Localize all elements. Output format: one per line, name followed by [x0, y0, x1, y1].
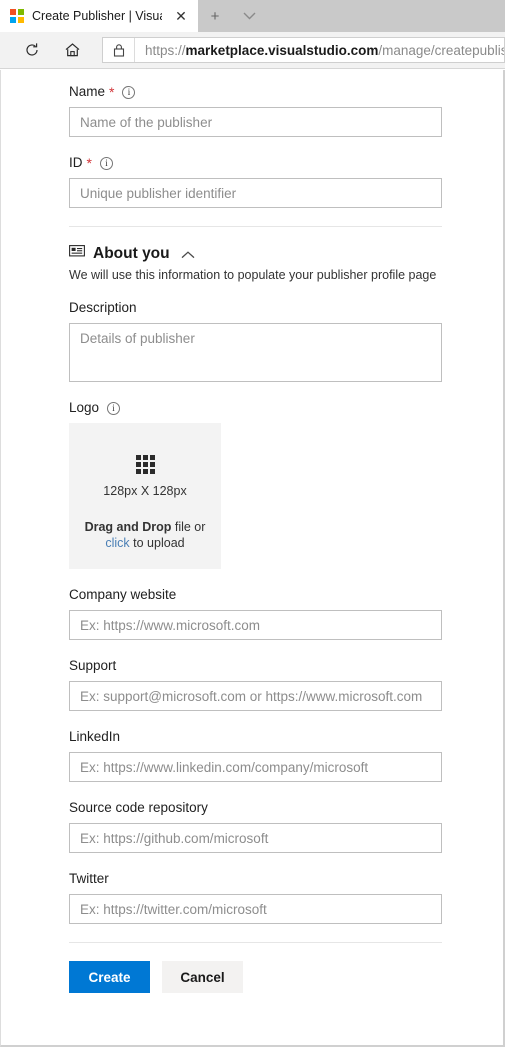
drag-and-drop-text: Drag and Drop — [84, 520, 172, 534]
twitter-input[interactable]: Ex: https://twitter.com/microsoft — [69, 894, 442, 924]
label-support: Support — [69, 658, 439, 674]
label-source-code-repository: Source code repository — [69, 800, 439, 816]
label-company-website-text: Company website — [69, 587, 177, 602]
source-code-repository-input[interactable]: Ex: https://github.com/microsoft — [69, 823, 442, 853]
section-divider — [69, 226, 442, 227]
lock-icon — [103, 38, 135, 62]
name-input[interactable]: Name of the publisher — [69, 107, 442, 137]
actions-divider — [69, 942, 442, 943]
linkedin-input[interactable]: Ex: https://www.linkedin.com/company/mic… — [69, 752, 442, 782]
label-description: Description — [69, 300, 439, 316]
click-to-upload-link[interactable]: click — [105, 536, 129, 550]
label-twitter: Twitter — [69, 871, 439, 887]
about-you-header[interactable]: About you — [69, 245, 439, 263]
browser-tab-create-publisher[interactable]: Create Publisher | Visua ✕ — [0, 0, 198, 32]
label-company-website: Company website — [69, 587, 439, 603]
field-twitter: Twitter Ex: https://twitter.com/microsof… — [69, 871, 442, 924]
url-scheme: https:// — [145, 42, 186, 58]
tab-strip: Create Publisher | Visua ✕ + — [0, 0, 505, 32]
create-button[interactable]: Create — [69, 961, 150, 993]
tab-title: Create Publisher | Visua — [32, 9, 162, 23]
info-icon[interactable]: i — [99, 156, 113, 170]
reload-icon[interactable] — [16, 35, 48, 65]
field-name: Name * i Name of the publisher — [69, 84, 442, 137]
field-source-code-repository: Source code repository Ex: https://githu… — [69, 800, 442, 853]
label-support-text: Support — [69, 658, 117, 673]
chevron-down-icon[interactable] — [232, 0, 266, 32]
logo-dropzone[interactable]: 128px X 128px Drag and Drop file or clic… — [69, 423, 221, 569]
close-icon[interactable]: ✕ — [170, 5, 192, 27]
label-name-text: Name — [69, 84, 106, 99]
url-host: marketplace.visualstudio.com — [185, 42, 379, 58]
contact-card-icon — [69, 245, 85, 263]
required-marker: * — [109, 84, 115, 100]
page-content: Name * i Name of the publisher ID * i Un… — [0, 70, 505, 1047]
logo-dimensions: 128px X 128px — [103, 484, 187, 498]
support-input[interactable]: Ex: support@microsoft.com or https://www… — [69, 681, 442, 711]
field-description: Description Details of publisher — [69, 300, 442, 382]
label-linkedin-text: LinkedIn — [69, 729, 121, 744]
dropzone-instruction: Drag and Drop file or — [85, 520, 206, 534]
info-icon[interactable]: i — [107, 401, 121, 415]
address-bar[interactable]: https://marketplace.visualstudio.com/man… — [102, 37, 505, 63]
section-subtitle: We will use this information to populate… — [69, 268, 437, 282]
section-title: About you — [93, 245, 170, 262]
field-support: Support Ex: support@microsoft.com or htt… — [69, 658, 442, 711]
label-id-text: ID — [69, 155, 83, 170]
field-linkedin: LinkedIn Ex: https://www.linkedin.com/co… — [69, 729, 442, 782]
label-name: Name * i — [69, 84, 439, 100]
field-id: ID * i Unique publisher identifier — [69, 155, 442, 208]
form-actions: Create Cancel — [69, 961, 439, 993]
dropzone-upload-line: click to upload — [105, 536, 184, 550]
microsoft-logo-icon — [10, 9, 24, 23]
new-tab-icon[interactable]: + — [198, 0, 232, 32]
home-icon[interactable] — [56, 35, 88, 65]
drag-rest-text: file or — [171, 520, 206, 534]
id-input[interactable]: Unique publisher identifier — [69, 178, 442, 208]
cancel-button[interactable]: Cancel — [162, 961, 243, 993]
url-text[interactable]: https://marketplace.visualstudio.com/man… — [135, 43, 504, 58]
label-logo: Logo i — [69, 400, 439, 416]
label-description-text: Description — [69, 300, 137, 315]
company-website-input[interactable]: Ex: https://www.microsoft.com — [69, 610, 442, 640]
field-company-website: Company website Ex: https://www.microsof… — [69, 587, 442, 640]
browser-window: Create Publisher | Visua ✕ + https://mar… — [0, 0, 505, 1047]
field-logo: Logo i 128px X 128px Drag and Drop file … — [69, 400, 439, 569]
info-icon[interactable]: i — [122, 85, 136, 99]
label-source-code-repository-text: Source code repository — [69, 800, 208, 815]
required-marker: * — [86, 155, 92, 171]
description-textarea[interactable]: Details of publisher — [69, 323, 442, 382]
url-path: /manage/createpublisher — [378, 42, 504, 58]
grid-placeholder-icon — [135, 455, 155, 474]
label-logo-text: Logo — [69, 400, 100, 415]
label-twitter-text: Twitter — [69, 871, 109, 886]
label-id: ID * i — [69, 155, 439, 171]
chevron-up-icon[interactable] — [181, 247, 195, 262]
label-linkedin: LinkedIn — [69, 729, 439, 745]
upload-rest-text: to upload — [129, 536, 185, 550]
browser-toolbar: https://marketplace.visualstudio.com/man… — [0, 32, 505, 69]
